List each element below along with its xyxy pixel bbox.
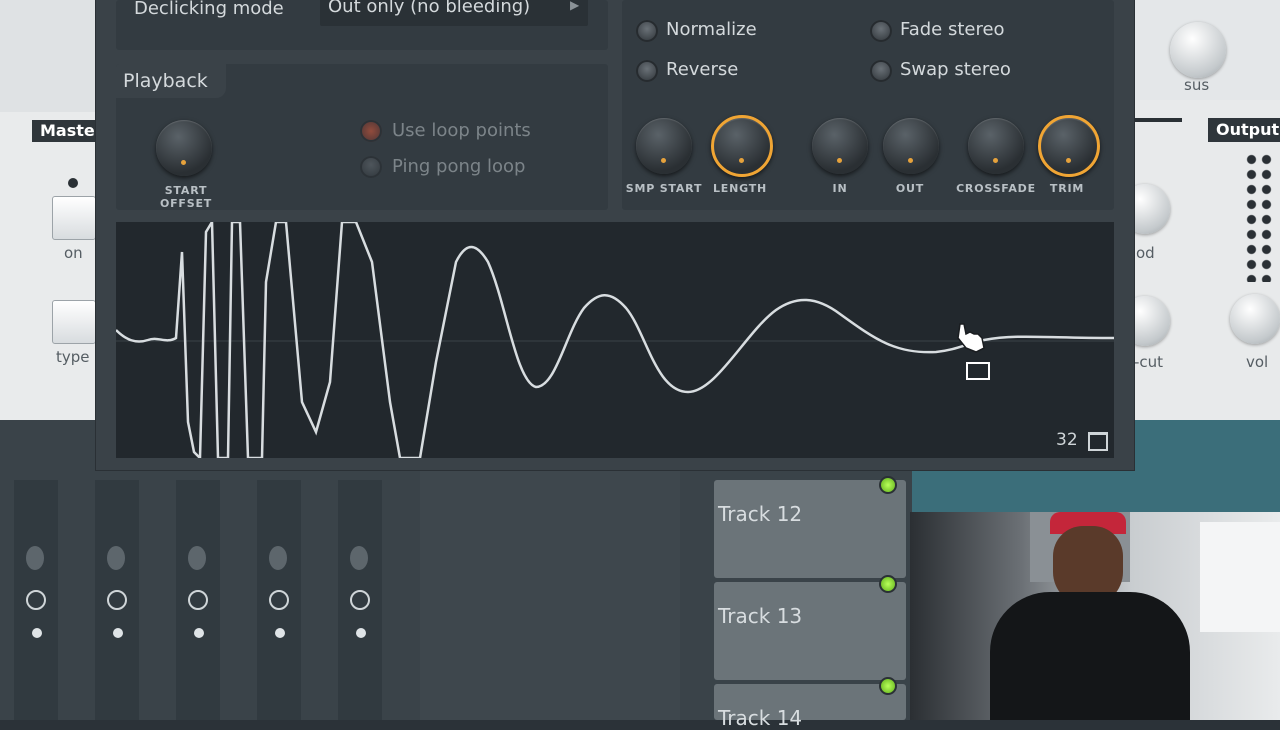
track-label: Track 13 [718, 604, 803, 628]
master-panel: Maste on type [0, 112, 100, 422]
track-header[interactable]: Track 12 [714, 480, 906, 578]
length-knob[interactable] [711, 115, 773, 177]
playback-title: Playback [123, 70, 208, 92]
route-dot[interactable] [356, 628, 366, 638]
type-label: type [56, 348, 90, 366]
output-title: Output [1216, 120, 1280, 139]
track-mute-led[interactable] [879, 575, 897, 593]
reverse-label: Reverse [666, 59, 739, 80]
indicator-dot [68, 178, 78, 188]
ping-pong-loop-label: Ping pong loop [392, 156, 526, 177]
swap-stereo-radio[interactable] [870, 60, 892, 82]
length-label: LENGTH [712, 182, 768, 195]
track-label: Track 12 [718, 502, 803, 526]
person-body [990, 592, 1190, 720]
reverse-radio[interactable] [636, 60, 658, 82]
vol-knob[interactable] [1230, 294, 1280, 344]
fade-stereo-radio[interactable] [870, 20, 892, 42]
pan-knob[interactable] [269, 546, 287, 570]
declicking-group: Declicking mode Out only (no bleeding) ▶ [116, 0, 608, 50]
pan-knob[interactable] [350, 546, 368, 570]
normalize-radio[interactable] [636, 20, 658, 42]
clock-icon[interactable] [26, 590, 46, 610]
declicking-mode-value: Out only (no bleeding) [328, 0, 531, 17]
waveform-display[interactable]: 32 [116, 222, 1114, 458]
in-knob[interactable] [812, 118, 868, 174]
crossfade-label: CROSSFADE [956, 182, 1036, 195]
normalize-label: Normalize [666, 19, 757, 40]
clock-icon[interactable] [350, 590, 370, 610]
in-label: IN [832, 182, 848, 195]
pan-knob[interactable] [26, 546, 44, 570]
route-dot[interactable] [194, 628, 204, 638]
declicking-mode-label: Declicking mode [134, 0, 284, 19]
background-panel-left-top [0, 0, 100, 112]
route-dot[interactable] [32, 628, 42, 638]
playback-title-tab: Playback [116, 64, 226, 98]
mixer-strips [0, 470, 420, 720]
track-label: Track 14 [718, 706, 803, 730]
divider [1132, 118, 1182, 122]
clock-icon[interactable] [269, 590, 289, 610]
route-dot[interactable] [275, 628, 285, 638]
output-panel: sus Output od -cut vol [1120, 0, 1280, 420]
clock-icon[interactable] [188, 590, 208, 610]
master-title: Maste [40, 121, 95, 140]
smp-start-label: SMP START [625, 182, 703, 195]
ping-pong-loop-radio[interactable] [360, 156, 382, 178]
track-mute-led[interactable] [879, 476, 897, 494]
on-button[interactable] [52, 196, 96, 240]
webcam-background-cabinet [1200, 522, 1280, 632]
chevron-right-icon: ▶ [570, 0, 580, 12]
webcam-overlay [910, 512, 1280, 720]
output-title-bar: Output [1208, 118, 1280, 142]
out-label: OUT [895, 182, 925, 195]
mod-label: od [1136, 244, 1155, 262]
vol-label: vol [1246, 353, 1269, 371]
master-title-bar: Maste [32, 120, 100, 142]
zoom-value: 32 [1056, 430, 1078, 450]
crossfade-knob[interactable] [968, 118, 1024, 174]
track-header[interactable]: Track 13 [714, 582, 906, 680]
mixer-empty-area [420, 470, 680, 720]
playback-group: Playback START OFFSET Use loop points Pi… [116, 64, 608, 210]
trim-label: TRIM [1049, 182, 1085, 195]
sus-knob[interactable] [1170, 22, 1226, 78]
start-offset-label: START OFFSET [159, 184, 213, 210]
use-loop-points-label: Use loop points [392, 120, 531, 141]
start-offset-knob[interactable] [156, 120, 212, 176]
on-label: on [64, 244, 83, 262]
type-button[interactable] [52, 300, 96, 344]
zoom-fit-icon[interactable] [1088, 432, 1108, 451]
track-mute-led[interactable] [879, 677, 897, 695]
pointer-hand-icon [956, 322, 990, 362]
use-loop-points-radio[interactable] [360, 120, 382, 142]
route-dot[interactable] [113, 628, 123, 638]
out-knob[interactable] [883, 118, 939, 174]
options-group: Normalize Reverse Fade stereo Swap stere… [622, 0, 1114, 210]
smp-start-knob[interactable] [636, 118, 692, 174]
speaker-grille [1244, 152, 1274, 282]
pan-knob[interactable] [107, 546, 125, 570]
fade-stereo-label: Fade stereo [900, 19, 1005, 40]
trim-knob[interactable] [1038, 115, 1100, 177]
pan-knob[interactable] [188, 546, 206, 570]
declicking-mode-select[interactable]: Out only (no bleeding) ▶ [320, 0, 588, 26]
cursor-box-icon [966, 362, 990, 380]
swap-stereo-label: Swap stereo [900, 59, 1011, 80]
track-header[interactable]: Track 14 [714, 684, 906, 730]
sample-properties-dialog: Declicking mode Out only (no bleeding) ▶… [96, 0, 1134, 470]
clock-icon[interactable] [107, 590, 127, 610]
cut-label: -cut [1134, 353, 1164, 371]
sus-label: sus [1184, 76, 1210, 94]
